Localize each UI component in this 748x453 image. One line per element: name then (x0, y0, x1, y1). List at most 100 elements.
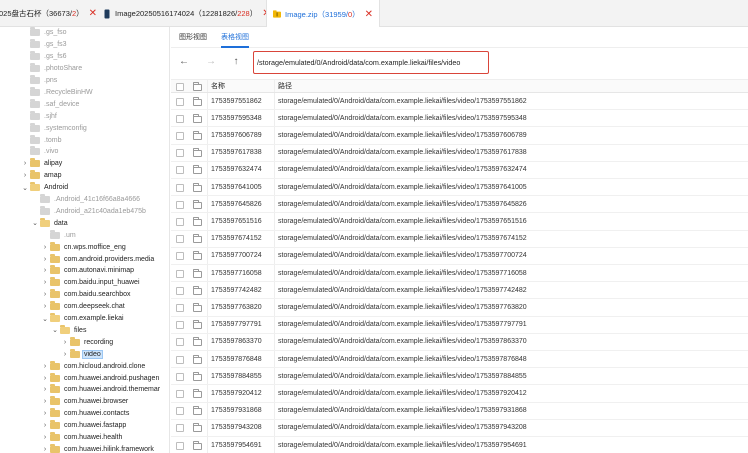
chevron-right-icon[interactable]: › (40, 422, 50, 429)
row-checkbox[interactable] (176, 407, 184, 416)
tree-item[interactable]: › amap (0, 170, 169, 182)
row-checkbox[interactable] (176, 269, 184, 278)
tree-item[interactable]: › com.huawei.browser (0, 396, 169, 408)
tree-item[interactable]: › com.android.providers.media (0, 253, 169, 265)
chevron-right-icon[interactable]: › (40, 291, 50, 298)
tab-image-zip[interactable]: Image.zip（ 31959/0） ✕ (266, 0, 381, 28)
tree-item[interactable]: › com.huawei.health (0, 432, 169, 444)
tree-item[interactable]: › alipay (0, 158, 169, 170)
chevron-right-icon[interactable]: › (40, 386, 50, 393)
row-checkbox[interactable] (176, 166, 184, 175)
tab-graphic-view[interactable]: 图形视图 (179, 27, 207, 48)
table-row[interactable]: 1753597700724 storage/emulated/0/Android/… (171, 247, 748, 265)
tree-item[interactable]: ⌄ Android (0, 182, 169, 194)
tree-item[interactable]: › com.deepseek.chat (0, 301, 169, 313)
tree-item[interactable]: ⌄ data (0, 217, 169, 229)
tree-item[interactable]: ⌄ com.example.liekai (0, 313, 169, 325)
table-row[interactable]: 1753597606789 storage/emulated/0/Android/… (171, 127, 748, 145)
row-checkbox[interactable] (176, 303, 184, 312)
tree-item[interactable]: .um (0, 229, 169, 241)
chevron-right-icon[interactable]: › (60, 339, 70, 346)
chevron-right-icon[interactable]: › (40, 434, 50, 441)
tab-table-view[interactable]: 表格视图 (221, 27, 249, 48)
table-row[interactable]: 1753597632474 storage/emulated/0/Android/… (171, 161, 748, 179)
chevron-down-icon[interactable]: ⌄ (50, 326, 60, 334)
chevron-right-icon[interactable]: › (40, 375, 50, 382)
table-row[interactable]: 1753597943208 storage/emulated/0/Android/… (171, 419, 748, 437)
row-checkbox[interactable] (176, 424, 184, 433)
tree-item[interactable]: › com.huawei.fastapp (0, 420, 169, 432)
tree-item[interactable]: .RecycleBinHW (0, 86, 169, 99)
tree-item[interactable]: › com.baidu.input_huawei (0, 277, 169, 289)
back-button[interactable]: ← (177, 55, 191, 69)
table-row[interactable]: 1753597651516 storage/emulated/0/Android/… (171, 213, 748, 231)
row-checkbox[interactable] (176, 97, 184, 106)
row-checkbox[interactable] (176, 235, 184, 244)
chevron-right-icon[interactable]: › (40, 256, 50, 263)
tree-item[interactable]: .gs_fso (0, 27, 169, 39)
chevron-right-icon[interactable]: › (40, 267, 50, 274)
table-row[interactable]: 1753597797791 storage/emulated/0/Android/… (171, 316, 748, 334)
row-checkbox[interactable] (176, 321, 184, 330)
table-row[interactable]: 1753597595348 storage/emulated/0/Android/… (171, 110, 748, 128)
tree-item[interactable]: .Android_a21c40ada1eb475b (0, 205, 169, 218)
row-checkbox[interactable] (176, 200, 184, 209)
row-checkbox[interactable] (176, 355, 184, 364)
tree-item[interactable]: .photoShare (0, 63, 169, 75)
chevron-down-icon[interactable]: ⌄ (40, 315, 50, 323)
tree-item[interactable]: › com.huawei.android.thememar (0, 384, 169, 396)
tree-item[interactable]: › cn.wps.moffice_eng (0, 241, 169, 253)
row-checkbox[interactable] (176, 372, 184, 381)
tree-item[interactable]: .tomb (0, 134, 169, 146)
table-row[interactable]: 1753597742482 storage/emulated/0/Android/… (171, 282, 748, 300)
row-checkbox[interactable] (176, 149, 184, 158)
tree-item[interactable]: › com.hicloud.android.clone (0, 360, 169, 372)
table-row[interactable]: 1753597551862 storage/emulated/0/Android/… (171, 93, 748, 111)
row-checkbox[interactable] (176, 286, 184, 295)
table-row[interactable]: 1753597920412 storage/emulated/0/Android/… (171, 385, 748, 403)
tab-image-20250516[interactable]: Image20250516174024（12281826/228） ✕ (103, 0, 271, 27)
table-row[interactable]: 1753597641005 storage/emulated/0/Android/… (171, 179, 748, 197)
tree-item[interactable]: .vivo (0, 146, 169, 158)
tree-item[interactable]: .sjhf (0, 110, 169, 122)
select-all-checkbox[interactable] (176, 83, 184, 91)
tree-item[interactable]: .gs_fs3 (0, 39, 169, 51)
row-checkbox[interactable] (176, 217, 184, 226)
chevron-right-icon[interactable]: › (60, 351, 70, 358)
tree-item[interactable]: .systemconfig (0, 122, 169, 134)
table-row[interactable]: 1753597763820 storage/emulated/0/Android/… (171, 299, 748, 317)
row-checkbox[interactable] (176, 183, 184, 192)
column-header-path[interactable]: 路径 (278, 80, 292, 92)
tab-case-pangushi[interactable]: 025盘古石杯（ 36673/2） ✕ (0, 0, 97, 27)
chevron-right-icon[interactable]: › (40, 446, 50, 453)
up-button[interactable]: ↑ (229, 55, 243, 69)
path-input[interactable]: /storage/emulated/0/Android/data/com.exa… (253, 51, 489, 74)
chevron-right-icon[interactable]: › (40, 303, 50, 310)
tree-item[interactable]: › com.huawei.contacts (0, 408, 169, 420)
column-header-name[interactable]: 名称 (211, 80, 225, 92)
chevron-down-icon[interactable]: ⌄ (20, 184, 30, 192)
chevron-right-icon[interactable]: › (20, 172, 30, 179)
chevron-right-icon[interactable]: › (40, 398, 50, 405)
table-row[interactable]: 1753597674152 storage/emulated/0/Android/… (171, 230, 748, 248)
tree-item[interactable]: .saf_device (0, 98, 169, 110)
chevron-right-icon[interactable]: › (40, 363, 50, 370)
tree-item[interactable]: › video (0, 348, 169, 360)
table-row[interactable]: 1753597863370 storage/emulated/0/Android/… (171, 333, 748, 351)
row-checkbox[interactable] (176, 338, 184, 347)
table-row[interactable]: 1753597884855 storage/emulated/0/Android/… (171, 368, 748, 386)
tree-item[interactable]: › com.huawei.hilink.framework (0, 443, 169, 453)
tree-item[interactable]: .pns (0, 75, 169, 87)
table-row[interactable]: 1753597617838 storage/emulated/0/Android/… (171, 144, 748, 162)
row-checkbox[interactable] (176, 131, 184, 140)
close-icon[interactable]: ✕ (365, 9, 373, 20)
chevron-right-icon[interactable]: › (40, 279, 50, 286)
tree-item[interactable]: › recording (0, 336, 169, 348)
tree-item[interactable]: › com.baidu.searchbox (0, 289, 169, 301)
row-checkbox[interactable] (176, 252, 184, 261)
chevron-down-icon[interactable]: ⌄ (30, 219, 40, 227)
row-checkbox[interactable] (176, 389, 184, 398)
table-row[interactable]: 1753597645826 storage/emulated/0/Android/… (171, 196, 748, 214)
chevron-right-icon[interactable]: › (20, 160, 30, 167)
tree-item[interactable]: › com.huawei.android.pushagen (0, 372, 169, 384)
